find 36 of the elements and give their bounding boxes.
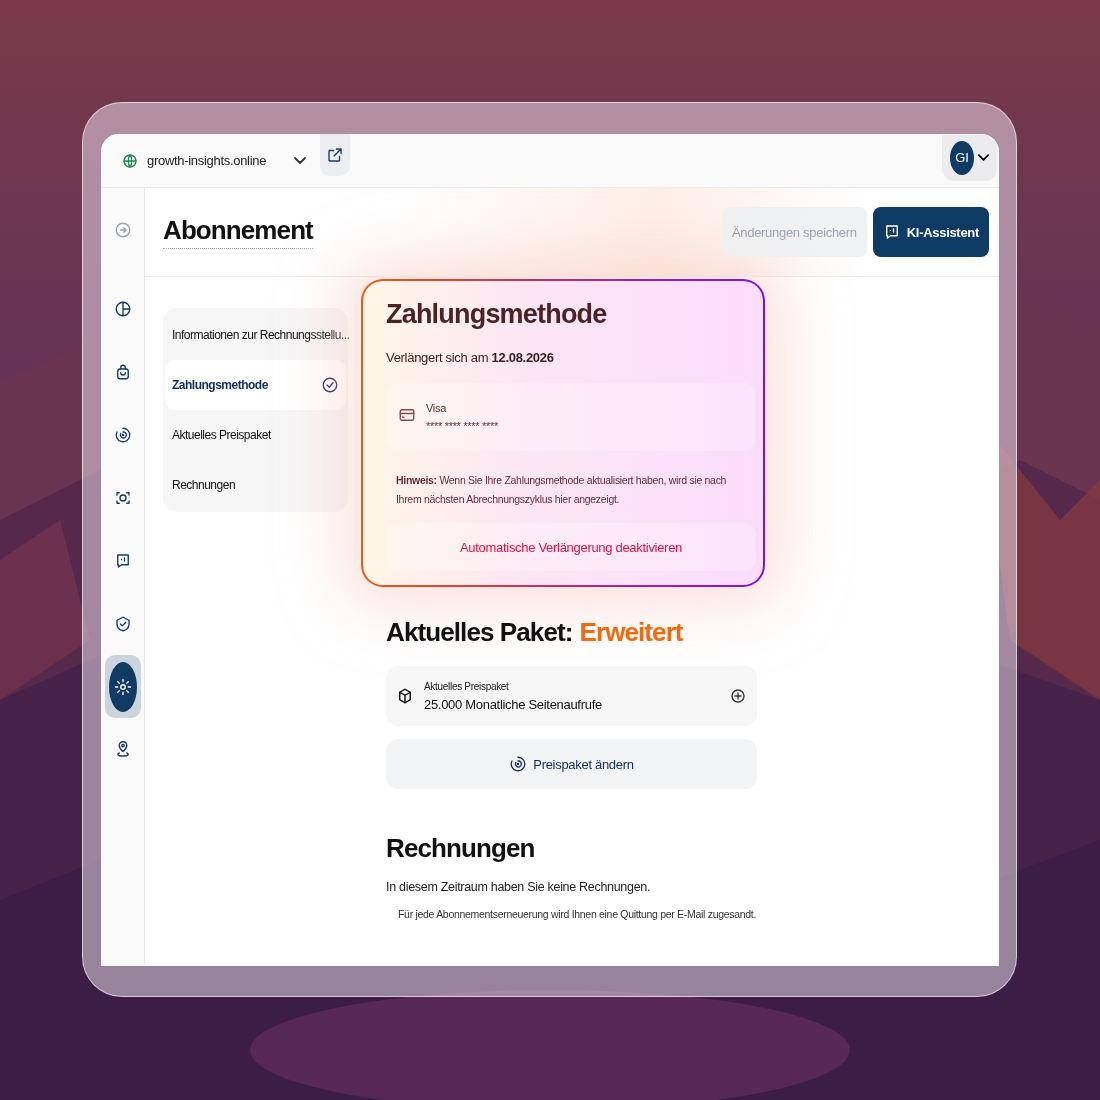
package-label: Aktuelles Preispaket [424, 680, 510, 692]
site-name: growth-insights.online [147, 153, 267, 168]
account-menu-button[interactable]: GI [942, 134, 997, 181]
avatar: GI [950, 140, 974, 175]
nav-item[interactable]: Zahlungsmethode [165, 360, 346, 410]
check-circle-icon [321, 376, 339, 394]
package-value: 25.000 Monatliche Seitenaufrufe [424, 696, 602, 712]
deactivate-renewal-button[interactable]: Automatische Verlängerung deaktivieren [386, 523, 756, 571]
external-link-icon [326, 146, 345, 164]
pie-chart-icon [113, 299, 132, 318]
hint-text: Hinweis: Wenn Sie Ihre Zahlungsmethode aktualisiert haben, wird sie nach Ihrem nächsten Abrechnungszyklus hier angezeigt. [396, 473, 728, 507]
section-title: Rechnungen [386, 833, 536, 864]
open-external-button[interactable] [320, 134, 351, 176]
renewal-date: Verlängert sich am 12.08.2026 [386, 350, 555, 365]
settings-icon [108, 661, 137, 712]
add-icon[interactable] [729, 687, 747, 705]
sidebar-item[interactable] [104, 655, 141, 718]
spiral-icon [509, 755, 528, 773]
card-title: Zahlungsmethode [386, 299, 608, 330]
spiral-icon [113, 425, 132, 444]
nav-item[interactable]: Aktuelles Preispaket [165, 410, 346, 460]
package-heading: Aktuelles Paket: [386, 617, 573, 648]
box-icon [396, 687, 414, 705]
page-title: Abonnement [163, 215, 313, 249]
note-text: Für jede Abonnementserneuerung wird Ihnen eine Quittung per E-Mail zugesandt. [398, 908, 757, 920]
nav-item[interactable]: Rechnungen [165, 460, 346, 510]
shield-check-icon [113, 614, 132, 633]
globe-icon [121, 151, 139, 170]
dropdown-chevron-icon[interactable] [294, 157, 307, 164]
card-brand: Visa [426, 402, 448, 414]
change-package-button[interactable]: Preispaket ändern [386, 739, 757, 789]
plan-name: Erweitert [579, 617, 683, 648]
assistant-button[interactable]: KI-Assistent [872, 207, 989, 257]
chevron-icon [978, 154, 989, 161]
card-number: **** **** **** **** [426, 420, 498, 432]
empty-message: In diesem Zeitraum haben Sie keine Rechnungen. [386, 880, 652, 894]
